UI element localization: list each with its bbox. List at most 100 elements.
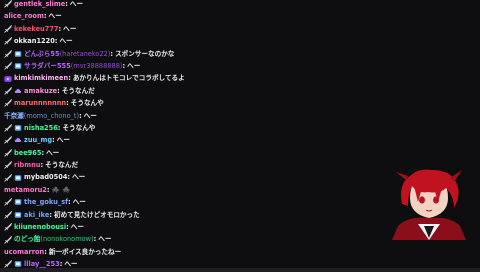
chat-bottom-bar <box>0 268 480 272</box>
subscriber-badge-icon[interactable] <box>14 62 22 70</box>
sword-badge-icon[interactable] <box>4 235 12 244</box>
sword-badge-icon[interactable] <box>4 49 12 58</box>
video-badge-icon[interactable] <box>4 75 12 83</box>
cloud-badge-icon[interactable] <box>14 87 22 95</box>
chat-message-text: スポンサーなのかな <box>115 49 175 58</box>
chat-username[interactable]: kiiunenobousi <box>14 221 66 233</box>
chat-message: ribmnu: そうなんだ <box>0 159 372 171</box>
sword-badge-icon[interactable] <box>4 136 12 145</box>
chat-separator: : <box>43 12 47 21</box>
sword-badge-icon[interactable] <box>4 86 12 95</box>
chat-username[interactable]: gentlek_slime <box>14 0 65 10</box>
chat-username[interactable]: aki_ike <box>24 209 49 221</box>
chat-message: kekekeu777: へー <box>0 23 372 35</box>
chat-message: amakuze: そうなんだ <box>0 85 372 97</box>
chat-message-list: gentlek_slime: へー alice_room: へー kekekeu777:… <box>0 0 372 271</box>
sword-badge-icon[interactable] <box>4 223 12 231</box>
chat-message-text: へー <box>46 148 60 157</box>
chat-message-text: へー <box>83 111 97 120</box>
chat-username[interactable]: mybad0504 <box>24 171 67 183</box>
sword-badge-icon[interactable] <box>4 37 12 46</box>
subscriber-badge-icon[interactable] <box>14 211 22 219</box>
chat-message-text: へー <box>70 223 84 232</box>
chat-separator: : <box>68 198 71 207</box>
chat-separator: : <box>93 235 97 244</box>
chat-message-text: 初めて見たけどオモロかった <box>53 210 140 219</box>
sword-badge-icon[interactable] <box>4 148 12 157</box>
sword-badge-icon[interactable] <box>4 173 12 182</box>
chat-username[interactable]: zuu_mg <box>24 134 52 146</box>
chat-username[interactable]: 千奈瀬 <box>4 110 24 122</box>
chat-username[interactable]: the_goku_sf <box>24 196 68 208</box>
chat-username[interactable]: kekekeu777 <box>14 23 59 35</box>
sword-badge-icon[interactable] <box>4 198 12 207</box>
chat-separator: : <box>44 247 47 256</box>
chat-message: どんぶら55 (haretaneko22): スポンサーなのかな <box>0 48 372 60</box>
chat-separator: : <box>66 223 69 232</box>
chat-username[interactable]: metamoru2 <box>4 184 47 196</box>
chat-separator: : <box>66 99 69 108</box>
chat-separator: : <box>58 24 62 33</box>
chat-separator: : <box>122 61 126 70</box>
streamer-avatar <box>388 168 470 240</box>
chat-username[interactable]: どんぶら55 <box>24 48 60 60</box>
chat-message-text: そうなんや <box>70 99 104 108</box>
chat-message: のどっ飴 (nonokonomow): へー <box>0 233 372 245</box>
chat-username[interactable]: ribmnu <box>14 159 41 171</box>
chat-username[interactable]: bee965 <box>14 147 41 159</box>
chat-message-text: そうなんだ <box>61 86 95 95</box>
chat-separator: : <box>67 173 71 182</box>
chat-username[interactable]: amakuze <box>24 85 57 97</box>
sword-badge-icon[interactable] <box>4 62 12 70</box>
chat-username-login[interactable]: (nonokonomow) <box>40 233 93 245</box>
chat-username-login[interactable]: (momo_chono_t) <box>24 110 79 122</box>
chat-message-text: へー <box>72 173 86 182</box>
subscriber-badge-icon[interactable] <box>14 198 22 206</box>
chat-separator: : <box>46 185 50 194</box>
sword-badge-icon[interactable] <box>4 99 12 107</box>
chat-message-text: へー <box>56 136 70 145</box>
chat-separator: : <box>52 136 55 145</box>
chat-username[interactable]: サラダバー555 <box>24 60 71 72</box>
chat-separator: : <box>54 37 58 46</box>
chat-separator: : <box>57 86 60 95</box>
chat-username[interactable]: okkan1220 <box>14 35 55 47</box>
chat-message-text: へー <box>59 37 73 46</box>
chat-username[interactable]: alice_room <box>4 10 44 22</box>
chat-separator: : <box>49 210 52 219</box>
chat-message-text: 🕷️ 🕷️ <box>51 185 71 194</box>
chat-message-text: あかりんはトモコレでコラボしてるよ <box>72 74 185 83</box>
cloud-badge-icon[interactable] <box>14 136 22 144</box>
sword-badge-icon[interactable] <box>4 24 12 33</box>
sword-badge-icon[interactable] <box>4 210 12 219</box>
chat-message-text: へー <box>72 198 86 207</box>
chat-separator: : <box>65 0 68 8</box>
chat-message: zuu_mg: へー <box>0 134 372 146</box>
chat-message: mybad0504: へー <box>0 171 372 183</box>
chat-message: aki_ike: 初めて見たけどオモロかった <box>0 209 372 221</box>
chat-message-text: 新一ボイス良かったねー <box>48 247 122 256</box>
chat-message: サラダバー555 (mvr38888888): へー <box>0 60 372 72</box>
chat-username[interactable]: nisha256 <box>24 122 58 134</box>
chat-message: 千奈瀬 (momo_chono_t): へー <box>0 110 372 122</box>
sword-badge-icon[interactable] <box>4 0 12 8</box>
chat-message: okkan1220: へー <box>0 35 372 47</box>
chat-message-text: へー <box>63 24 77 33</box>
chat-username[interactable]: marunnnnnnn <box>14 97 66 109</box>
subscriber-badge-icon[interactable] <box>14 50 22 58</box>
chat-username[interactable]: ucomarron <box>4 246 44 258</box>
sword-badge-icon[interactable] <box>4 124 12 132</box>
chat-username[interactable]: のどっ飴 <box>14 233 40 245</box>
sword-badge-icon[interactable] <box>4 161 12 169</box>
subscriber-badge-icon[interactable] <box>14 174 22 182</box>
chat-username[interactable]: kimkimkimeen <box>14 72 68 84</box>
chat-message: ucomarron: 新一ボイス良かったねー <box>0 246 372 258</box>
chat-message-text: へー <box>48 12 62 21</box>
subscriber-badge-icon[interactable] <box>14 124 22 132</box>
chat-message: bee965: へー <box>0 147 372 159</box>
chat-username-login[interactable]: (mvr38888888) <box>71 60 123 72</box>
chat-message: metamoru2: 🕷️ 🕷️ <box>0 184 372 196</box>
chat-username-login[interactable]: (haretaneko22) <box>60 48 111 60</box>
chat-separator: : <box>79 111 82 120</box>
chat-message-text: そうなんだ <box>45 161 79 170</box>
